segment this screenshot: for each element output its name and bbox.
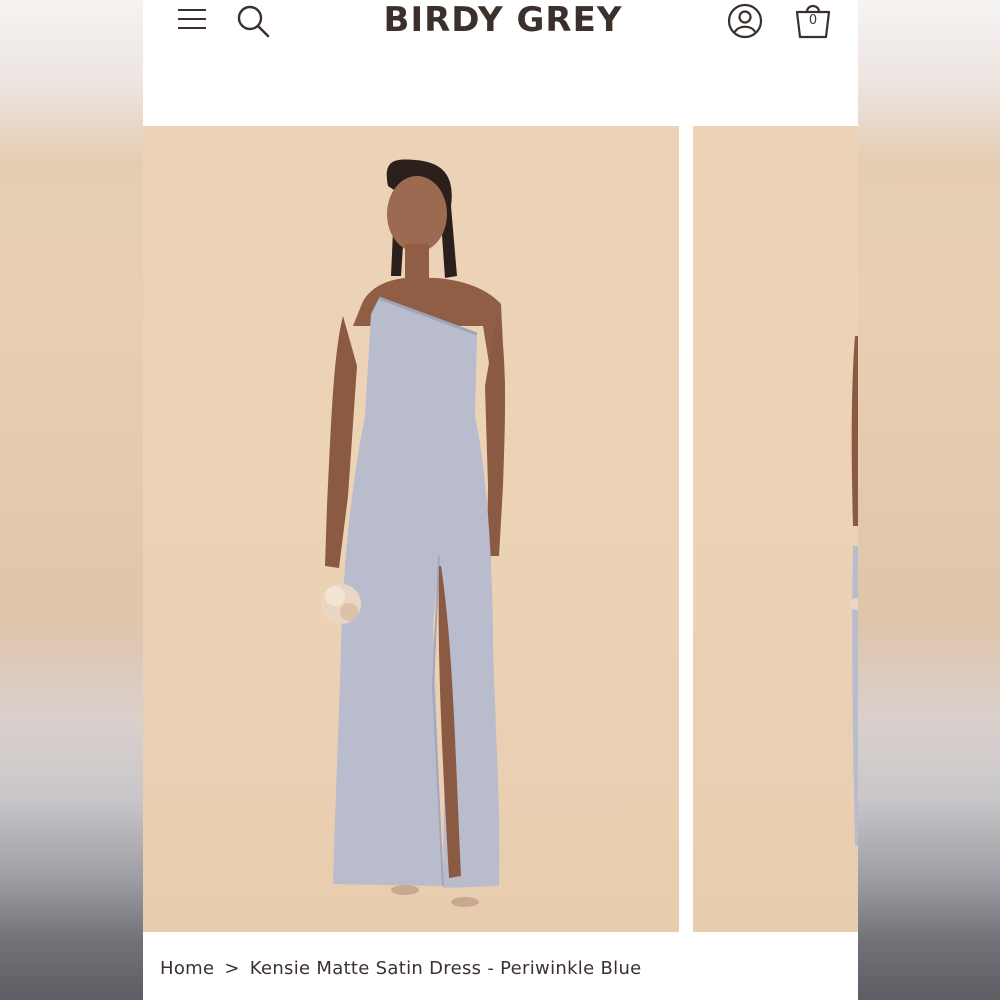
mobile-page: BIRDY GREY 0 Home > Kensie Matte Satin D… — [143, 0, 858, 1000]
cart-count-badge: 0 — [808, 13, 818, 28]
user-account-icon[interactable] — [727, 3, 763, 39]
product-photo-next[interactable] — [693, 126, 858, 932]
product-photo-main[interactable] — [143, 126, 679, 932]
breadcrumb-current-page: Kensie Matte Satin Dress - Periwinkle Bl… — [249, 958, 642, 979]
right-backdrop — [858, 0, 1000, 1000]
search-icon[interactable] — [235, 3, 271, 39]
brand-logo[interactable]: BIRDY GREY — [343, 0, 663, 40]
breadcrumb-separator: > — [224, 958, 240, 979]
breadcrumb-home-link[interactable]: Home — [160, 958, 214, 979]
product-image-gallery[interactable] — [143, 126, 858, 932]
hamburger-menu-icon[interactable] — [176, 4, 208, 34]
shopping-bag-icon[interactable]: 0 — [793, 0, 833, 40]
left-backdrop — [0, 0, 143, 1000]
site-header: BIRDY GREY 0 — [143, 0, 858, 126]
breadcrumb: Home > Kensie Matte Satin Dress - Periwink… — [160, 958, 642, 979]
